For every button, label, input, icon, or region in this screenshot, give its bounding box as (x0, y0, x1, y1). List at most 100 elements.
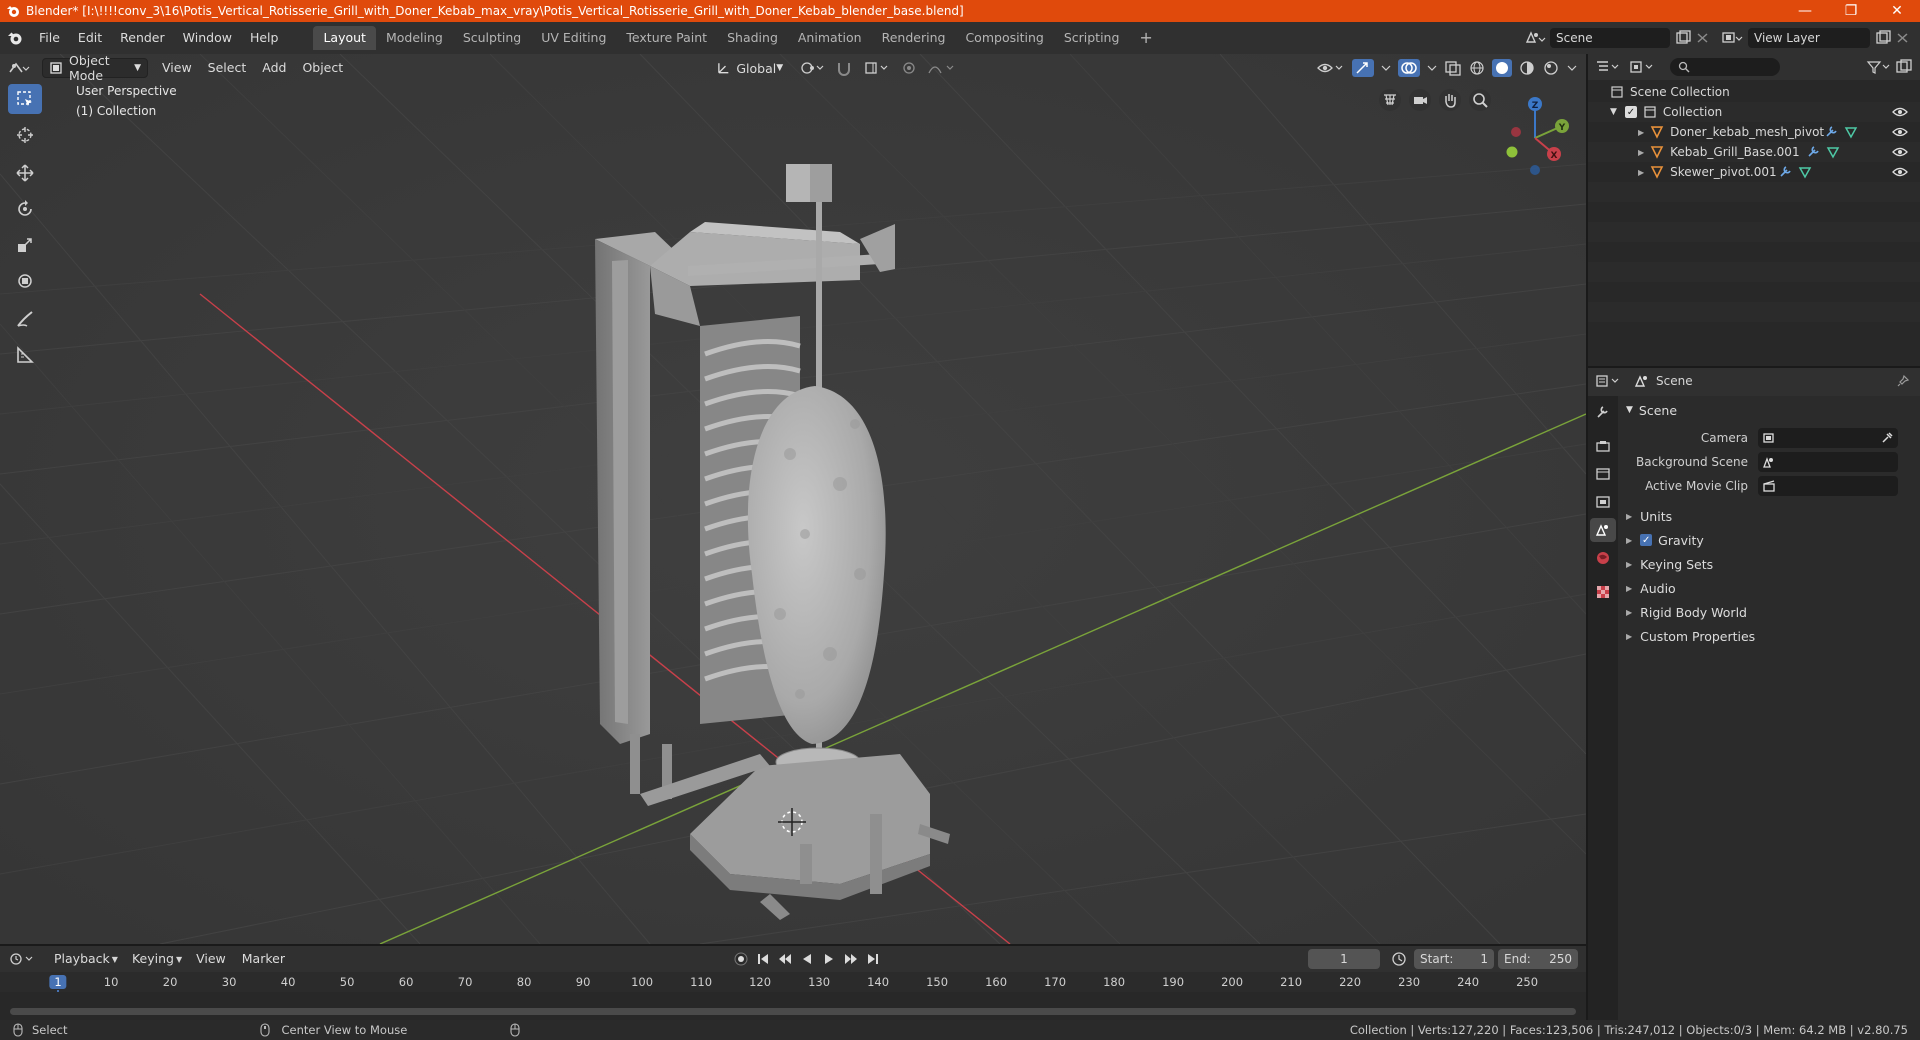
section-rigid-body-world[interactable]: ▶ Rigid Body World (1618, 600, 1920, 624)
tab-compositing[interactable]: Compositing (955, 26, 1053, 50)
section-scene-header[interactable]: ▼ Scene (1618, 398, 1920, 422)
tab-scene[interactable] (1590, 518, 1616, 542)
gravity-checkbox[interactable]: ✓ (1640, 534, 1653, 546)
proportional-edit-icon[interactable] (901, 60, 917, 76)
mesh-data-icon[interactable] (1826, 145, 1840, 159)
falloff-icon[interactable] (927, 60, 957, 76)
properties-editor-icon[interactable] (1594, 373, 1624, 389)
background-scene-field[interactable] (1758, 452, 1898, 472)
zoom-view-icon[interactable] (1468, 88, 1492, 112)
outliner-row-object[interactable]: ▶ Doner_kebab_mesh_pivot (1588, 122, 1920, 142)
play-reverse-icon[interactable] (799, 951, 815, 967)
new-view-layer-icon[interactable] (1874, 30, 1894, 46)
snap-icon[interactable] (835, 60, 853, 76)
tab-layout[interactable]: Layout (313, 26, 376, 50)
eye-icon[interactable] (1892, 106, 1908, 118)
jump-start-icon[interactable] (755, 951, 771, 967)
viewport-menu-add[interactable]: Add (254, 58, 294, 78)
transform-tool[interactable] (8, 266, 42, 296)
outliner-row-object[interactable]: ▶ Kebab_Grill_Base.001 (1588, 142, 1920, 162)
snap-target-icon[interactable] (863, 60, 891, 76)
perspective-toggle-icon[interactable] (1378, 88, 1402, 112)
navigation-gizmo[interactable]: Z Y X (1490, 88, 1580, 178)
rendered-shading-icon[interactable] (1542, 60, 1560, 76)
tab-shading[interactable]: Shading (717, 26, 788, 50)
eye-icon[interactable] (1892, 126, 1908, 138)
overlays-dropdown-icon[interactable] (1426, 60, 1438, 76)
outliner-row-scene-collection[interactable]: Scene Collection (1588, 82, 1920, 102)
new-collection-icon[interactable] (1894, 59, 1916, 75)
tab-scripting[interactable]: Scripting (1054, 26, 1130, 50)
move-tool[interactable] (8, 158, 42, 188)
scale-tool[interactable] (8, 230, 42, 260)
gizmo-dropdown-icon[interactable] (1380, 60, 1392, 76)
use-preview-range-icon[interactable] (1390, 951, 1408, 967)
mesh-data-icon[interactable] (1844, 125, 1858, 139)
expand-arrow-icon[interactable]: ▶ (1638, 128, 1644, 137)
tab-texture[interactable] (1590, 580, 1616, 604)
prev-keyframe-icon[interactable] (777, 951, 793, 967)
modifier-wrench-icon[interactable] (1806, 145, 1820, 159)
expand-arrow-icon[interactable]: ▶ (1638, 148, 1644, 157)
view-layer-icon[interactable] (1720, 30, 1744, 46)
timeline-menu-view[interactable]: View (188, 949, 234, 969)
solid-shading-button[interactable] (1492, 59, 1512, 77)
menu-edit[interactable]: Edit (69, 27, 111, 49)
new-scene-icon[interactable] (1674, 30, 1694, 46)
viewport-menu-object[interactable]: Object (294, 58, 351, 78)
outliner-editor-icon[interactable] (1594, 59, 1624, 75)
next-keyframe-icon[interactable] (843, 951, 859, 967)
add-workspace-button[interactable]: + (1129, 26, 1162, 50)
timeline-menu-playback[interactable]: Playback (46, 949, 118, 969)
xray-icon[interactable] (1444, 60, 1462, 76)
play-icon[interactable] (821, 951, 837, 967)
viewport-menu-view[interactable]: View (154, 58, 200, 78)
timeline-track-area[interactable] (0, 992, 1586, 1022)
cursor-tool[interactable] (8, 120, 42, 150)
section-custom-properties[interactable]: ▶ Custom Properties (1618, 624, 1920, 648)
annotate-tool[interactable] (8, 304, 42, 334)
gizmo-toggle-button[interactable] (1352, 59, 1374, 77)
outliner-search-input[interactable] (1670, 58, 1780, 76)
scene-selector[interactable]: Scene (1550, 28, 1670, 48)
viewport-scene[interactable] (0, 54, 1586, 944)
camera-field[interactable] (1758, 428, 1898, 448)
overlays-toggle-button[interactable] (1398, 59, 1420, 77)
tab-view-layer[interactable] (1590, 490, 1616, 514)
eyedropper-icon[interactable] (1881, 432, 1893, 444)
blender-menu-icon[interactable] (0, 30, 30, 46)
pivot-point-icon[interactable] (799, 60, 825, 76)
shading-dropdown-icon[interactable] (1566, 60, 1578, 76)
tab-render[interactable] (1590, 434, 1616, 458)
tab-sculpting[interactable]: Sculpting (453, 26, 531, 50)
measure-tool[interactable] (8, 340, 42, 370)
menu-file[interactable]: File (30, 27, 69, 49)
current-frame-field[interactable]: 1 (1308, 949, 1380, 969)
timeline-menu-marker[interactable]: Marker (234, 949, 293, 969)
material-shading-icon[interactable] (1518, 60, 1536, 76)
section-audio[interactable]: ▶ Audio (1618, 576, 1920, 600)
jump-end-icon[interactable] (865, 951, 881, 967)
eye-icon[interactable] (1892, 166, 1908, 178)
menu-help[interactable]: Help (241, 27, 288, 49)
section-gravity[interactable]: ▶ ✓ Gravity (1618, 528, 1920, 552)
menu-window[interactable]: Window (174, 27, 241, 49)
filter-icon[interactable] (1866, 59, 1894, 75)
active-movie-clip-field[interactable] (1758, 476, 1898, 496)
timeline-editor-icon[interactable] (8, 951, 38, 967)
tab-rendering[interactable]: Rendering (872, 26, 956, 50)
camera-view-icon[interactable] (1408, 88, 1432, 112)
scene-icon[interactable] (1524, 30, 1546, 46)
eye-icon[interactable] (1892, 146, 1908, 158)
record-icon[interactable] (733, 951, 749, 967)
mesh-data-icon[interactable] (1798, 165, 1812, 179)
collection-checkbox[interactable]: ✓ (1624, 106, 1637, 118)
timeline-ruler[interactable]: 1 10 20 30 40 50 60 70 80 90 100 110 120 130 140 150 160… (0, 972, 1586, 1022)
tab-output[interactable] (1590, 462, 1616, 486)
outliner-row-collection[interactable]: ▼ ✓ Collection (1588, 102, 1920, 122)
end-frame-field[interactable]: End: 250 (1498, 949, 1578, 969)
tab-texture-paint[interactable]: Texture Paint (616, 26, 717, 50)
pan-view-icon[interactable] (1438, 88, 1462, 112)
modifier-wrench-icon[interactable] (1824, 125, 1838, 139)
tab-uv-editing[interactable]: UV Editing (531, 26, 616, 50)
